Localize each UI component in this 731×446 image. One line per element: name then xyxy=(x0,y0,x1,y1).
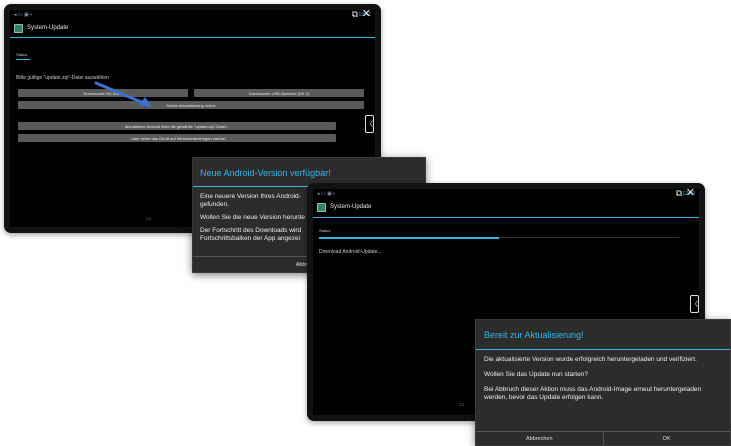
status-bar: ◂ ▭ ▣ ▪ 12:49 xyxy=(313,189,699,198)
section-underline xyxy=(16,59,30,60)
dialog-paragraph-3: Bei Abbruch dieser Aktion muss das Andro… xyxy=(484,386,702,401)
cancel-button[interactable]: Abbrechen xyxy=(476,432,603,445)
status-icons: ◂ ▭ ▣ ▪ xyxy=(14,11,32,18)
system-update-app-icon xyxy=(14,23,23,33)
dialog-body: Die aktualisierte Version wurde erfolgre… xyxy=(476,350,730,415)
section-label: Status xyxy=(16,52,28,57)
factory-reset-button[interactable]: ...oder setze das Gerät auf Werkseinstel… xyxy=(18,134,336,142)
nav-hint-icon: ▭ xyxy=(459,402,465,408)
browse-usb-button[interactable]: Durchsuche USB-Speicher (Dir 2) xyxy=(194,89,364,97)
status-bar: ◂ ▭ ▣ ▪ 12:41 xyxy=(10,10,375,19)
dialog-title: Bereit zur Aktualisierung! xyxy=(484,330,584,340)
section-label: Status xyxy=(319,228,331,233)
download-status-text: Download Android-Update... xyxy=(319,249,382,255)
dialog-buttons: Abbrechen OK xyxy=(476,431,730,445)
side-handle-icon[interactable]: 〈 xyxy=(690,295,699,313)
dialog-title: Neue Android-Version verfügbar! xyxy=(200,168,331,178)
app-bar: System-Update xyxy=(10,20,375,36)
restore-window-icon[interactable]: ⧉ xyxy=(352,10,358,20)
dialog-paragraph-2: Wollen Sie das Update nun starten? xyxy=(484,371,588,378)
restore-window-icon[interactable]: ⧉ xyxy=(676,189,682,199)
system-update-app-icon xyxy=(317,202,326,212)
app-title: System-Update xyxy=(27,25,69,31)
ok-button[interactable]: OK xyxy=(602,432,731,445)
side-handle-icon[interactable]: 〈 xyxy=(365,115,374,133)
app-bar-divider xyxy=(10,37,375,38)
close-icon[interactable]: ✕ xyxy=(686,189,695,199)
close-icon[interactable]: ✕ xyxy=(362,10,371,20)
ready-to-update-dialog: Bereit zur Aktualisierung! Die aktualisi… xyxy=(475,319,731,446)
pointer-arrow-icon xyxy=(94,81,152,107)
progress-track xyxy=(319,236,679,239)
update-android-button[interactable]: Aktualisiere Android über die gewählte "… xyxy=(18,122,336,130)
status-icons: ◂ ▭ ▣ ▪ xyxy=(317,190,335,197)
dialog-paragraph-1: Die aktualisierte Version wurde erfolgre… xyxy=(484,356,697,363)
search-online-button[interactable]: Suche Aktualisierung online xyxy=(18,101,364,109)
app-bar: System-Update xyxy=(313,199,699,215)
nav-hint-icon: ▭ xyxy=(146,216,152,222)
app-title: System-Update xyxy=(330,204,372,210)
progress-fill xyxy=(319,236,499,239)
app-bar-divider xyxy=(313,217,699,218)
